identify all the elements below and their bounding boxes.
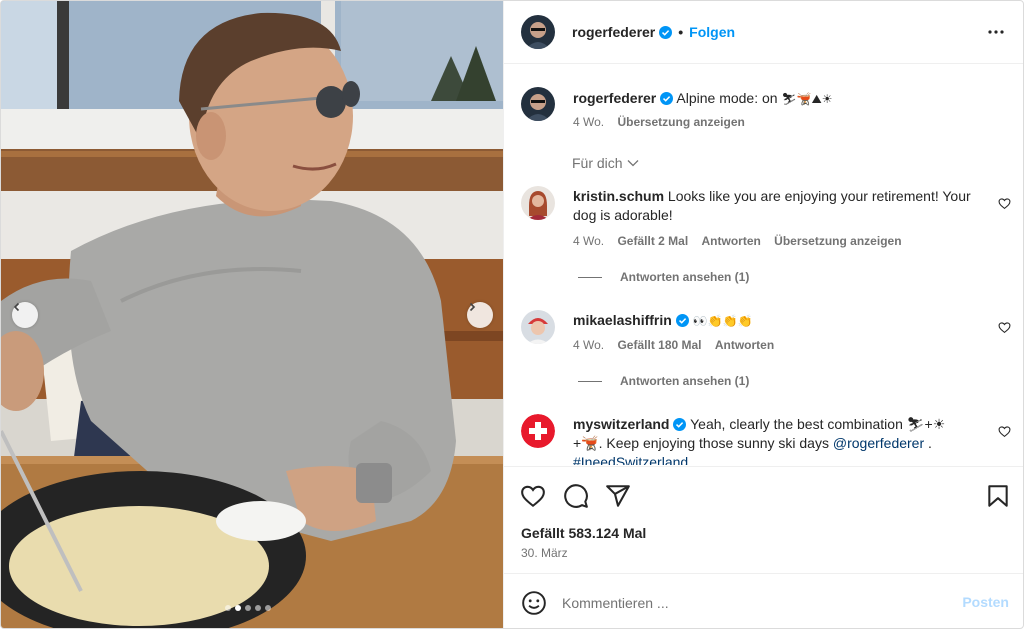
author-avatar[interactable] — [521, 15, 555, 49]
caption-emoji: ⛷🫕⛰☀ — [781, 92, 833, 106]
comment-likes[interactable]: Gefällt 180 Mal — [617, 338, 701, 352]
caption-text: rogerfederer Alpine mode: on ⛷🫕⛰☀ — [573, 89, 973, 109]
comment-bubble-icon[interactable] — [563, 483, 589, 509]
post-comment-button[interactable]: Posten — [962, 594, 1009, 610]
caption-username[interactable]: rogerfederer — [573, 90, 656, 106]
comment-meta: 4 Wo. Gefällt 2 Mal Antworten Übersetzun… — [573, 234, 912, 248]
commenter-avatar[interactable] — [521, 310, 555, 344]
post-dialog: rogerfederer • Folgen rogerfederer Alpin… — [0, 0, 1024, 629]
chevron-left-icon — [13, 302, 20, 312]
for-you-label: Für dich — [572, 155, 623, 171]
view-replies-button[interactable]: Antworten ansehen (1) — [578, 270, 749, 284]
comment-text: myswitzerland Yeah, clearly the best com… — [573, 415, 973, 465]
comment-body-cont: +🫕. Keep enjoying those sunny ski days — [573, 435, 829, 451]
comments-list[interactable]: rogerfederer Alpine mode: on ⛷🫕⛰☀ 4 Wo. … — [504, 65, 1023, 465]
header-separator: • — [678, 24, 684, 40]
view-replies-label: Antworten ansehen (1) — [620, 374, 750, 388]
commenter-avatar[interactable] — [521, 186, 555, 220]
comment-input[interactable] — [562, 592, 932, 614]
post-header: rogerfederer • Folgen — [504, 1, 1023, 64]
comment-meta: 4 Wo. Gefällt 180 Mal Antworten — [573, 338, 784, 352]
caption-age: 4 Wo. — [573, 115, 605, 129]
carousel-dot — [245, 605, 251, 611]
heart-icon[interactable] — [998, 425, 1011, 438]
heart-icon[interactable] — [520, 483, 546, 509]
bookmark-icon[interactable] — [985, 483, 1011, 509]
verified-badge-icon — [660, 92, 674, 105]
comment-end: . — [928, 435, 932, 451]
follow-button[interactable]: Folgen — [689, 24, 735, 40]
photo-illustration — [1, 1, 503, 628]
translate-link[interactable]: Übersetzung anzeigen — [774, 234, 901, 248]
carousel-indicator — [225, 605, 271, 611]
commenter-username[interactable]: myswitzerland — [573, 416, 669, 432]
post-actions: Gefällt 583.124 Mal 30. März — [504, 466, 1023, 572]
commenter-username[interactable]: mikaelashiffrin — [573, 312, 672, 328]
comment-body: 👀👏👏👏 — [692, 314, 753, 328]
comment-likes[interactable]: Gefällt 2 Mal — [617, 234, 688, 248]
comment-text: mikaelashiffrin 👀👏👏👏 — [573, 311, 973, 331]
more-options-icon[interactable] — [987, 23, 1005, 41]
carousel-dot — [225, 605, 231, 611]
author-username[interactable]: rogerfederer — [572, 24, 655, 40]
reply-button[interactable]: Antworten — [702, 234, 761, 248]
reply-button[interactable]: Antworten — [715, 338, 774, 352]
comment-age: 4 Wo. — [573, 234, 605, 248]
carousel-dot-active — [235, 605, 241, 611]
commenter-avatar[interactable] — [521, 414, 555, 448]
paper-plane-icon[interactable] — [605, 483, 631, 509]
smiley-icon[interactable] — [521, 590, 547, 616]
likes-count[interactable]: Gefällt 583.124 Mal — [521, 525, 646, 541]
heart-icon[interactable] — [998, 321, 1011, 334]
verified-badge-icon — [673, 418, 687, 431]
comment-age: 4 Wo. — [573, 338, 605, 352]
carousel-prev-button[interactable] — [12, 302, 38, 328]
verified-badge-icon — [675, 314, 689, 327]
comment-composer: Posten — [504, 573, 1023, 628]
hashtag-link[interactable]: #IneedSwitzerland — [573, 454, 688, 465]
replies-divider — [578, 276, 602, 278]
carousel-dot — [255, 605, 261, 611]
author-avatar[interactable] — [521, 87, 555, 121]
translate-link[interactable]: Übersetzung anzeigen — [617, 115, 744, 129]
commenter-username[interactable]: kristin.schum — [573, 188, 664, 204]
post-sidebar: rogerfederer • Folgen rogerfederer Alpin… — [503, 1, 1023, 628]
carousel-next-button[interactable] — [467, 302, 493, 328]
chevron-right-icon — [469, 302, 476, 312]
for-you-filter[interactable]: Für dich — [572, 155, 639, 171]
mention-link[interactable]: @rogerfederer — [833, 435, 924, 451]
view-replies-label: Antworten ansehen (1) — [620, 270, 750, 284]
comment-body: Yeah, clearly the best combination ⛷+☀ — [690, 416, 946, 432]
view-replies-button[interactable]: Antworten ansehen (1) — [578, 374, 749, 388]
post-date[interactable]: 30. März — [521, 546, 568, 560]
post-photo[interactable] — [1, 1, 503, 628]
carousel-dot — [265, 605, 271, 611]
replies-divider — [578, 380, 602, 382]
comment-text: kristin.schum Looks like you are enjoyin… — [573, 187, 973, 225]
chevron-down-icon — [627, 160, 639, 167]
heart-icon[interactable] — [998, 197, 1011, 210]
caption-body: Alpine mode: on — [676, 90, 778, 106]
caption-meta: 4 Wo. Übersetzung anzeigen — [573, 115, 755, 129]
verified-badge-icon — [659, 26, 673, 39]
